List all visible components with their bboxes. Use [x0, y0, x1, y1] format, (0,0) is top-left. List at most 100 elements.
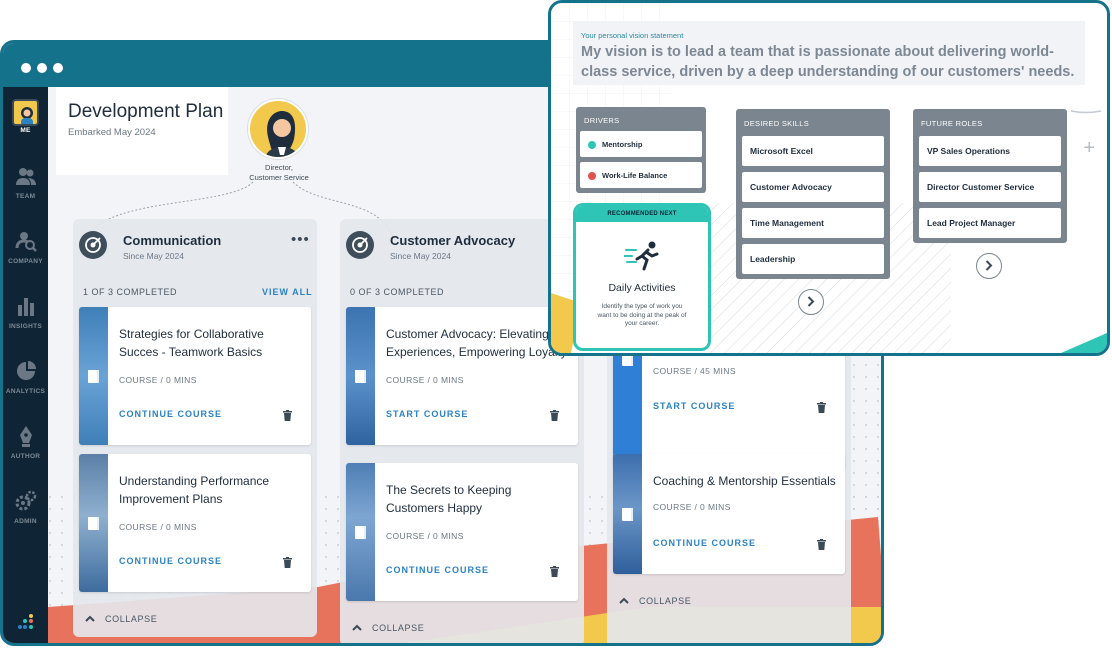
sidebar-item-team[interactable]: TEAM — [3, 165, 48, 225]
view-all-link[interactable]: VIEW ALL — [262, 287, 313, 297]
page-subtitle: Embarked May 2024 — [68, 127, 156, 138]
skill-label: Leadership — [750, 254, 796, 264]
future-roles-panel: FUTURE ROLES VP Sales Operations Directo… — [913, 109, 1067, 243]
continue-course-button[interactable]: CONTINUE COURSE — [119, 409, 222, 419]
driver-status-icon — [588, 141, 596, 149]
course-meta: COURSE / 0 MINS — [386, 531, 464, 541]
course-meta: COURSE / 0 MINS — [386, 375, 464, 385]
vision-label: Your personal vision statement — [581, 31, 684, 40]
sidebar-item-me[interactable]: ME — [3, 99, 48, 159]
pie-chart-icon — [17, 361, 36, 380]
skill-item[interactable]: Microsoft Excel — [742, 136, 884, 166]
recommended-title: Daily Activities — [608, 282, 676, 294]
brand-logo-icon — [18, 614, 33, 629]
book-icon — [88, 370, 99, 383]
trash-icon[interactable] — [283, 557, 292, 568]
vision-statement[interactable]: Your personal vision statement My vision… — [573, 21, 1085, 85]
roles-next-button[interactable] — [976, 253, 1002, 279]
sidebar-item-insights[interactable]: INSIGHTS — [3, 295, 48, 355]
sidebar: ME TEAM COMPANY INSIGHTS ANALYTICS AUTHO… — [3, 87, 48, 643]
panel-title: FUTURE ROLES — [921, 119, 983, 128]
role-item[interactable]: Director Customer Service — [919, 172, 1061, 202]
sidebar-item-label: COMPANY — [8, 258, 43, 265]
role-label: VP Sales Operations — [927, 146, 1010, 156]
chevron-right-icon — [807, 296, 815, 307]
book-icon — [88, 517, 99, 530]
driver-item[interactable]: Work-Life Balance — [580, 162, 702, 188]
trash-icon[interactable] — [550, 566, 559, 577]
chevron-up-icon[interactable] — [85, 615, 95, 622]
trash-icon[interactable] — [817, 402, 826, 413]
course-card[interactable]: The Secrets to Keeping Customers Happy C… — [346, 463, 578, 601]
recommended-header: RECOMMENDED NEXT — [576, 206, 708, 222]
course-card[interactable]: Strategies for Collaborative Succes - Te… — [79, 307, 311, 445]
course-card[interactable]: COURSE / 45 MINS START COURSE — [613, 339, 845, 468]
sidebar-item-company[interactable]: COMPANY — [3, 230, 48, 290]
role-item[interactable]: Lead Project Manager — [919, 208, 1061, 238]
skill-item[interactable]: Time Management — [742, 208, 884, 238]
skill-item[interactable]: Customer Advocacy — [742, 172, 884, 202]
book-icon — [622, 508, 633, 521]
continue-course-button[interactable]: CONTINUE COURSE — [653, 538, 756, 548]
recommended-description: Identify the type of work you want to be… — [597, 303, 687, 327]
vision-window: Your personal vision statement My vision… — [548, 0, 1110, 356]
trash-icon[interactable] — [283, 410, 292, 421]
target-icon — [346, 231, 374, 259]
recommended-next-card[interactable]: RECOMMENDED NEXT Daily Activities Identi… — [573, 203, 711, 351]
skill-label: Time Management — [750, 218, 825, 228]
window-dot — [37, 63, 47, 73]
window-dot — [53, 63, 63, 73]
course-card[interactable]: Understanding Performance Improvement Pl… — [79, 454, 311, 592]
course-thumbnail — [346, 463, 375, 601]
chevron-up-icon[interactable] — [352, 624, 362, 631]
driver-item[interactable]: Mentorship — [580, 131, 702, 157]
sidebar-item-analytics[interactable]: ANALYTICS — [3, 360, 48, 420]
role-label: Lead Project Manager — [927, 218, 1016, 228]
continue-course-button[interactable]: CONTINUE COURSE — [119, 556, 222, 566]
driver-label: Work-Life Balance — [602, 171, 668, 180]
course-thumbnail — [79, 454, 108, 592]
course-thumbnail — [613, 339, 642, 468]
plan-header: Development Plan Embarked May 2024 — [56, 87, 228, 175]
column-title: Customer Advocacy — [390, 233, 516, 248]
skill-item[interactable]: Leadership — [742, 244, 884, 274]
role-item[interactable]: VP Sales Operations — [919, 136, 1061, 166]
gears-icon — [15, 490, 37, 511]
start-course-button[interactable]: START COURSE — [653, 401, 735, 411]
collapse-button[interactable]: COLLAPSE — [372, 623, 424, 633]
panel-title: DRIVERS — [584, 116, 620, 125]
skills-next-button[interactable] — [798, 289, 824, 315]
sidebar-item-label: TEAM — [15, 193, 36, 200]
collapse-button[interactable]: COLLAPSE — [639, 596, 691, 606]
course-thumbnail — [613, 454, 642, 574]
sidebar-item-label: INSIGHTS — [8, 323, 43, 330]
collapse-button[interactable]: COLLAPSE — [105, 614, 157, 624]
course-title: Coaching & Mentorship Essentials — [653, 474, 836, 488]
course-card[interactable]: Coaching & Mentorship Essentials COURSE … — [613, 454, 845, 574]
trash-icon[interactable] — [817, 539, 826, 550]
continue-course-button[interactable]: CONTINUE COURSE — [386, 565, 489, 575]
course-title: Strategies for Collaborative Succes - Te… — [119, 327, 264, 359]
role-label-line: Director, — [265, 163, 293, 172]
sidebar-item-author[interactable]: AUTHOR — [3, 425, 48, 485]
sidebar-item-label: ME — [20, 127, 31, 134]
drivers-panel: DRIVERS Mentorship Work-Life Balance — [576, 107, 706, 193]
team-icon — [16, 168, 36, 185]
panel-title: DESIRED SKILLS — [744, 119, 810, 128]
course-meta: COURSE / 0 MINS — [119, 522, 197, 532]
sidebar-item-admin[interactable]: ADMIN — [3, 490, 48, 550]
driver-label: Mentorship — [602, 140, 643, 149]
more-options-icon[interactable]: ••• — [291, 231, 310, 248]
chevron-up-icon[interactable] — [619, 597, 629, 604]
user-avatar — [12, 99, 39, 126]
course-card[interactable]: Customer Advocacy: Elevating Experiences… — [346, 307, 578, 445]
role-label: Director, Customer Service — [224, 163, 334, 183]
book-icon — [355, 526, 366, 539]
course-thumbnail — [346, 307, 375, 445]
course-thumbnail — [79, 307, 108, 445]
add-icon[interactable]: + — [1083, 137, 1095, 160]
trash-icon[interactable] — [550, 410, 559, 421]
driver-status-icon — [588, 172, 596, 180]
skill-column-communication: Communication Since May 2024 ••• 1 of 3 … — [73, 219, 317, 637]
start-course-button[interactable]: START COURSE — [386, 409, 468, 419]
